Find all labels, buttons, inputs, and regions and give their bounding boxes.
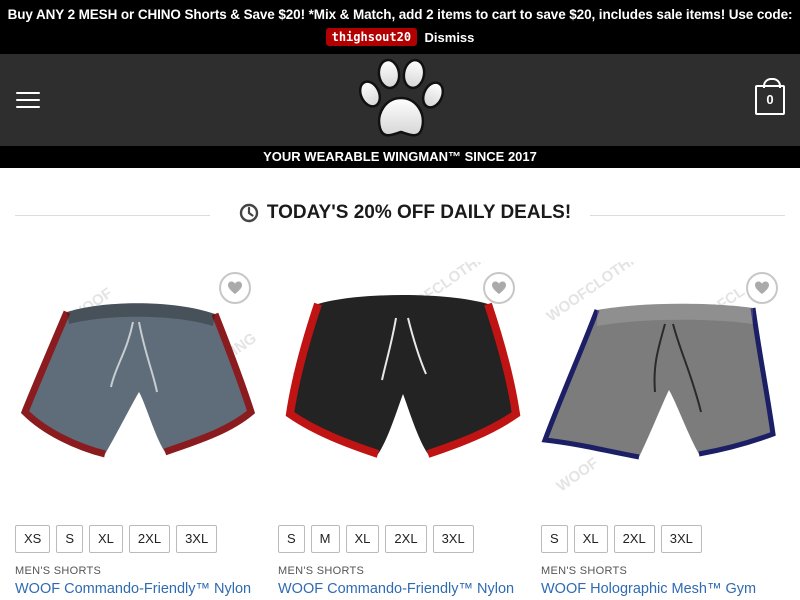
section-title: TODAY'S 20% OFF DAILY DEALS! bbox=[266, 202, 572, 223]
size-option-xs[interactable]: XS bbox=[15, 525, 51, 553]
size-option-xl[interactable]: XL bbox=[345, 525, 380, 553]
section-title-wrap: TODAY'S 20% OFF DAILY DEALS! bbox=[225, 202, 585, 230]
promo-actions: thighsout20 Dismiss bbox=[0, 28, 800, 46]
size-option-2xl[interactable]: 2XL bbox=[613, 525, 655, 553]
dismiss-link[interactable]: Dismiss bbox=[425, 30, 475, 45]
wishlist-button[interactable] bbox=[746, 272, 778, 304]
product-card[interactable]: WOOFCLOTHING WOOFCL WOOF SXL2XL3XL MEN'S… bbox=[541, 262, 791, 600]
size-option-3xl[interactable]: 3XL bbox=[432, 525, 474, 553]
size-option-2xl[interactable]: 2XL bbox=[128, 525, 171, 553]
heart-icon bbox=[228, 281, 242, 294]
size-option-s[interactable]: S bbox=[278, 525, 305, 553]
size-option-2xl[interactable]: 2XL bbox=[385, 525, 427, 553]
product-name-link[interactable]: WOOF Commando-Friendly™ Nylon bbox=[278, 581, 514, 597]
wishlist-button[interactable] bbox=[483, 272, 515, 304]
shorts-illustration bbox=[285, 295, 521, 458]
product-category: MEN'S SHORTS bbox=[541, 565, 628, 577]
wishlist-button[interactable] bbox=[219, 272, 251, 304]
size-option-s[interactable]: S bbox=[56, 525, 84, 553]
promo-code: thighsout20 bbox=[325, 28, 418, 46]
hamburger-icon[interactable] bbox=[16, 92, 40, 109]
promo-message: Buy ANY 2 MESH or CHINO Shorts & Save $2… bbox=[7, 7, 793, 22]
size-option-xl[interactable]: XL bbox=[89, 525, 123, 553]
product-card[interactable]: WOOF WOOFCLOTHING XSSXL2XL3XL MEN'S SHOR… bbox=[15, 262, 265, 600]
product-name-link[interactable]: WOOF Commando-Friendly™ Nylon bbox=[15, 581, 251, 597]
size-options: S XL 2XL 3XL bbox=[541, 525, 708, 553]
shorts-illustration bbox=[20, 303, 256, 458]
product-category: MEN'S SHORTS bbox=[278, 565, 365, 577]
cart-count: 0 bbox=[766, 92, 774, 107]
site-header: 0 bbox=[0, 54, 800, 146]
size-option-3xl[interactable]: 3XL bbox=[660, 525, 702, 553]
cart-button[interactable]: 0 bbox=[755, 78, 785, 115]
divider bbox=[590, 215, 785, 216]
size-option-xl[interactable]: XL bbox=[573, 525, 608, 553]
product-name-link[interactable]: WOOF Holographic Mesh™ Gym bbox=[541, 581, 756, 597]
divider bbox=[15, 215, 210, 216]
paw-logo[interactable] bbox=[356, 58, 446, 146]
product-card[interactable]: WOOFCLOTHING WOOFCLOTHING SMXL2XL3XL MEN… bbox=[278, 262, 528, 600]
size-option-m[interactable]: M bbox=[310, 525, 340, 553]
clock-icon bbox=[239, 203, 259, 223]
heart-icon bbox=[492, 281, 506, 294]
section-heading: TODAY'S 20% OFF DAILY DEALS! bbox=[15, 200, 785, 230]
size-options: XS S XL 2XL 3XL bbox=[15, 525, 223, 553]
product-category: MEN'S SHORTS bbox=[15, 565, 102, 577]
heart-icon bbox=[755, 281, 769, 294]
svg-text:WOOF: WOOF bbox=[554, 455, 602, 496]
shorts-illustration bbox=[541, 303, 776, 460]
size-option-s[interactable]: S bbox=[541, 525, 568, 553]
tagline: YOUR WEARABLE WINGMAN™ SINCE 2017 bbox=[0, 146, 800, 168]
size-options: S M XL 2XL 3XL bbox=[278, 525, 480, 553]
size-option-3xl[interactable]: 3XL bbox=[176, 525, 218, 553]
promo-bar: Buy ANY 2 MESH or CHINO Shorts & Save $2… bbox=[0, 0, 800, 54]
